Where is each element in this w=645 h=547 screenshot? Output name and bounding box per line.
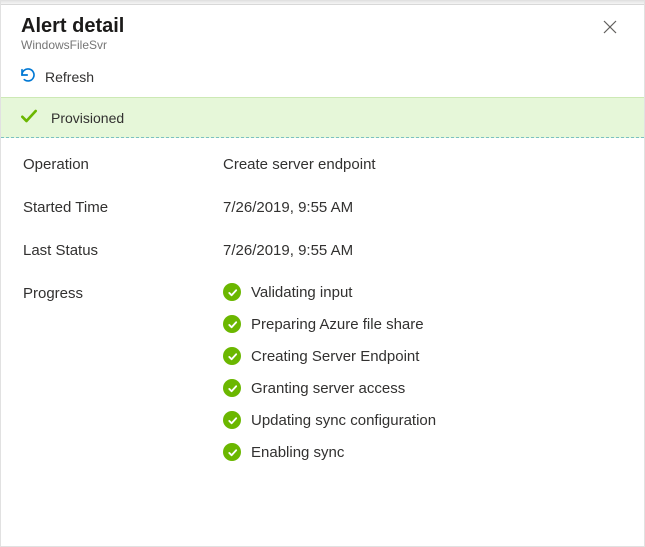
success-icon (19, 106, 39, 129)
progress-item: Creating Server Endpoint (223, 347, 622, 365)
status-banner: Provisioned (1, 97, 644, 138)
progress-item: Enabling sync (223, 443, 622, 461)
progress-item-label: Updating sync configuration (251, 412, 436, 429)
operation-value: Create server endpoint (223, 156, 622, 173)
alert-detail-panel: Alert detail WindowsFileSvr Refresh Prov… (0, 0, 645, 547)
progress-item-label: Validating input (251, 284, 352, 301)
refresh-label: Refresh (45, 69, 94, 85)
operation-label: Operation (23, 156, 223, 173)
status-label: Provisioned (51, 110, 124, 126)
title-group: Alert detail WindowsFileSvr (21, 15, 124, 52)
close-button[interactable] (596, 15, 624, 43)
last-status-label: Last Status (23, 242, 223, 259)
detail-grid: Operation Create server endpoint Started… (1, 138, 644, 479)
progress-item: Updating sync configuration (223, 411, 622, 429)
progress-item: Preparing Azure file share (223, 315, 622, 333)
last-status-value: 7/26/2019, 9:55 AM (223, 242, 622, 259)
check-circle-icon (223, 379, 241, 397)
refresh-button[interactable]: Refresh (19, 66, 94, 87)
check-circle-icon (223, 443, 241, 461)
page-subtitle: WindowsFileSvr (21, 38, 124, 52)
started-time-label: Started Time (23, 199, 223, 216)
toolbar: Refresh (1, 56, 644, 97)
check-circle-icon (223, 283, 241, 301)
progress-item-label: Creating Server Endpoint (251, 348, 419, 365)
check-circle-icon (223, 347, 241, 365)
progress-list: Validating input Preparing Azure file sh… (223, 283, 622, 461)
close-icon (602, 19, 618, 40)
progress-label: Progress (23, 285, 223, 302)
check-circle-icon (223, 411, 241, 429)
progress-item: Validating input (223, 283, 622, 301)
progress-item: Granting server access (223, 379, 622, 397)
progress-item-label: Enabling sync (251, 444, 344, 461)
check-circle-icon (223, 315, 241, 333)
progress-item-label: Granting server access (251, 380, 405, 397)
refresh-icon (19, 66, 37, 87)
progress-item-label: Preparing Azure file share (251, 316, 424, 333)
started-time-value: 7/26/2019, 9:55 AM (223, 199, 622, 216)
page-title: Alert detail (21, 15, 124, 38)
header: Alert detail WindowsFileSvr (1, 5, 644, 56)
